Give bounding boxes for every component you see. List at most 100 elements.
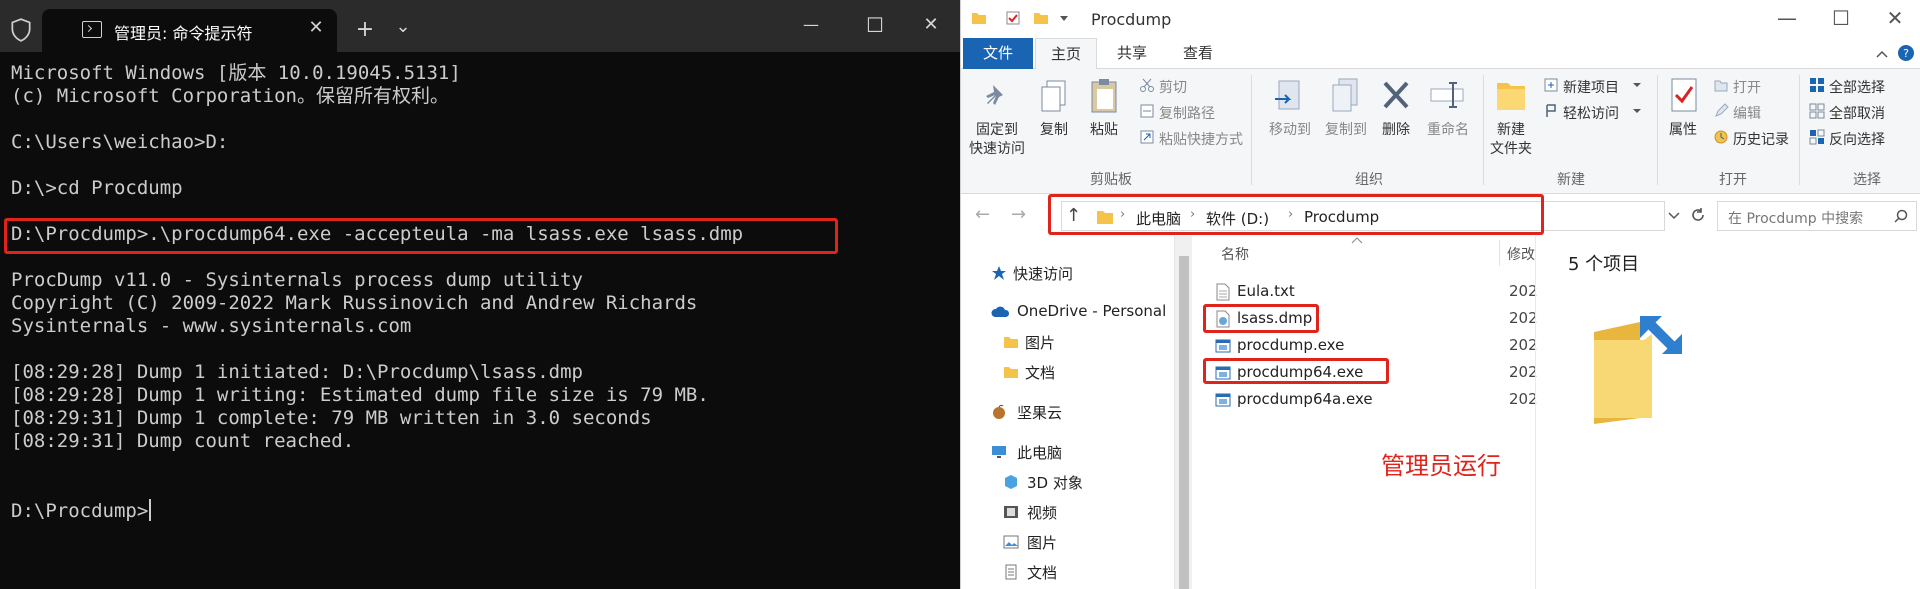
- new-folder-label-1: 新建: [1497, 122, 1525, 138]
- nav-videos[interactable]: 视频: [1027, 502, 1057, 523]
- maximize-button[interactable]: ☐: [860, 14, 890, 36]
- nav-jianguoyun[interactable]: 坚果云: [1017, 402, 1062, 423]
- tab-share[interactable]: 共享: [1101, 38, 1163, 69]
- forward-button[interactable]: →: [1011, 204, 1026, 225]
- tab-admin-cmd[interactable]: 管理员: 命令提示符 ✕: [42, 9, 337, 52]
- new-tab-button[interactable]: +: [352, 19, 378, 41]
- file-name: procdump64a.exe: [1237, 390, 1373, 408]
- nav-pictures-pc[interactable]: 图片: [1027, 532, 1057, 553]
- close-button[interactable]: ✕: [916, 14, 946, 36]
- highlight-command-box: [4, 218, 838, 254]
- folder-icon: [1004, 367, 1018, 378]
- file-row-eula[interactable]: Eula.txt 202: [1193, 279, 1538, 305]
- nav-quick-access[interactable]: 快速访问: [1013, 263, 1073, 284]
- navigation-pane: 快速访问 OneDrive - Personal 图片 文档 坚果云 此电脑 3…: [961, 236, 1176, 589]
- tab-file[interactable]: 文件: [963, 38, 1033, 69]
- column-name[interactable]: 名称: [1221, 244, 1249, 264]
- new-folder-button[interactable]: 新建 文件夹: [1487, 121, 1535, 159]
- delete-icon: [1383, 81, 1409, 109]
- folder-icon: [1004, 337, 1018, 348]
- move-to-icon: [1275, 80, 1300, 110]
- terminal-line: D:\>cd Procdump: [11, 177, 183, 199]
- file-row-procdump64a-exe[interactable]: procdump64a.exe 202: [1193, 387, 1538, 413]
- pin-to-quick-access-button[interactable]: 固定到 快速访问: [967, 121, 1027, 159]
- copy-to-button[interactable]: 复制到: [1321, 121, 1371, 140]
- nav-onedrive[interactable]: OneDrive - Personal: [1017, 302, 1166, 320]
- terminal-line: [08:29:28] Dump 1 writing: Estimated dum…: [11, 384, 709, 406]
- file-row-procdump-exe[interactable]: procdump.exe 202: [1193, 333, 1538, 359]
- ribbon-home: 固定到 快速访问 复制 粘贴 剪切 复制路径 粘贴快捷方式 剪贴板 移动到 复制…: [961, 69, 1920, 194]
- search-input[interactable]: 在 Procdump 中搜索: [1728, 208, 1863, 228]
- copy-path-icon: [1140, 104, 1154, 118]
- properties-button[interactable]: 属性: [1665, 121, 1701, 140]
- folder-icon: [972, 13, 986, 24]
- copy-path-button[interactable]: 复制路径: [1159, 103, 1215, 123]
- open-button[interactable]: 打开: [1733, 77, 1761, 97]
- terminal-titlebar: 管理员: 命令提示符 ✕ + ⌄ — ☐ ✕: [0, 0, 960, 52]
- scrollbar-thumb[interactable]: [1179, 256, 1189, 589]
- select-all-button[interactable]: 全部选择: [1829, 77, 1885, 97]
- file-date: 202: [1509, 336, 1538, 354]
- nav-pictures[interactable]: 图片: [1025, 332, 1055, 353]
- rename-button[interactable]: 重命名: [1423, 121, 1473, 140]
- paste-shortcut-button[interactable]: 粘贴快捷方式: [1159, 129, 1243, 149]
- tab-view[interactable]: 查看: [1167, 38, 1229, 69]
- item-count: 5 个项目: [1568, 254, 1640, 275]
- edit-button[interactable]: 编辑: [1733, 103, 1761, 123]
- highlight-address-box: [1048, 194, 1544, 235]
- terminal-line: [08:29:31] Dump 1 complete: 79 MB writte…: [11, 407, 652, 429]
- paste-icon: [1091, 79, 1117, 113]
- refresh-icon[interactable]: [1689, 206, 1707, 224]
- history-button[interactable]: 历史记录: [1733, 129, 1789, 149]
- column-modified[interactable]: 修改: [1507, 244, 1535, 264]
- pin-label-2: 快速访问: [969, 141, 1025, 157]
- maximize-button[interactable]: ☐: [1821, 6, 1861, 30]
- exe-file-icon: [1215, 393, 1231, 407]
- terminal-line: (c) Microsoft Corporation。保留所有权利。: [11, 85, 449, 107]
- select-none-button[interactable]: 全部取消: [1829, 103, 1885, 123]
- new-folder-icon[interactable]: [1033, 10, 1049, 26]
- nav-documents-pc[interactable]: 文档: [1027, 562, 1057, 583]
- terminal-window: 管理员: 命令提示符 ✕ + ⌄ — ☐ ✕ Microsoft Windows…: [0, 0, 960, 589]
- nav-documents[interactable]: 文档: [1025, 362, 1055, 383]
- back-button[interactable]: ←: [975, 204, 990, 225]
- column-separator[interactable]: [1499, 240, 1500, 266]
- highlight-lsass-box: [1203, 304, 1319, 333]
- document-icon: [1005, 564, 1017, 580]
- invert-selection-button[interactable]: 反向选择: [1829, 129, 1885, 149]
- chevron-down-icon[interactable]: [1667, 208, 1681, 222]
- close-button[interactable]: ✕: [1875, 6, 1915, 30]
- cut-button[interactable]: 剪切: [1159, 77, 1187, 97]
- minimize-button[interactable]: —: [1767, 6, 1807, 30]
- help-icon[interactable]: ?: [1897, 44, 1915, 62]
- new-item-dropdown-icon[interactable]: [1633, 81, 1641, 89]
- easy-access-button[interactable]: 轻松访问: [1563, 103, 1619, 123]
- group-label-open: 打开: [1719, 172, 1747, 188]
- properties-icon[interactable]: [1005, 10, 1021, 26]
- open-icon: [1714, 80, 1728, 92]
- tab-home[interactable]: 主页: [1035, 38, 1097, 70]
- annotation-run-as-admin: 管理员运行: [1381, 452, 1501, 480]
- nav-3d-objects[interactable]: 3D 对象: [1027, 472, 1083, 493]
- quick-access-dropdown-icon[interactable]: [1059, 10, 1069, 26]
- onedrive-icon: [991, 306, 1010, 317]
- easy-access-dropdown-icon[interactable]: [1633, 107, 1641, 115]
- star-icon: [992, 266, 1006, 280]
- delete-button[interactable]: 删除: [1379, 121, 1413, 140]
- pin-label-1: 固定到: [976, 122, 1018, 138]
- copy-button[interactable]: 复制: [1037, 121, 1071, 140]
- paste-button[interactable]: 粘贴: [1087, 121, 1121, 140]
- tab-dropdown-button[interactable]: ⌄: [390, 16, 416, 38]
- move-to-button[interactable]: 移动到: [1265, 121, 1315, 140]
- tab-close-icon[interactable]: ✕: [304, 16, 328, 40]
- minimize-button[interactable]: —: [796, 14, 826, 36]
- collapse-ribbon-icon[interactable]: [1875, 47, 1889, 61]
- new-item-button[interactable]: 新建项目: [1563, 77, 1619, 97]
- terminal-output[interactable]: Microsoft Windows [版本 10.0.19045.5131] (…: [0, 52, 960, 589]
- cube-3d-icon: [1005, 475, 1017, 489]
- file-date: 202: [1509, 309, 1538, 327]
- nav-this-pc[interactable]: 此电脑: [1017, 442, 1062, 463]
- nav-scrollbar[interactable]: [1174, 236, 1192, 589]
- search-box[interactable]: 在 Procdump 中搜索: [1717, 201, 1917, 231]
- ribbon-separator: [1799, 75, 1800, 185]
